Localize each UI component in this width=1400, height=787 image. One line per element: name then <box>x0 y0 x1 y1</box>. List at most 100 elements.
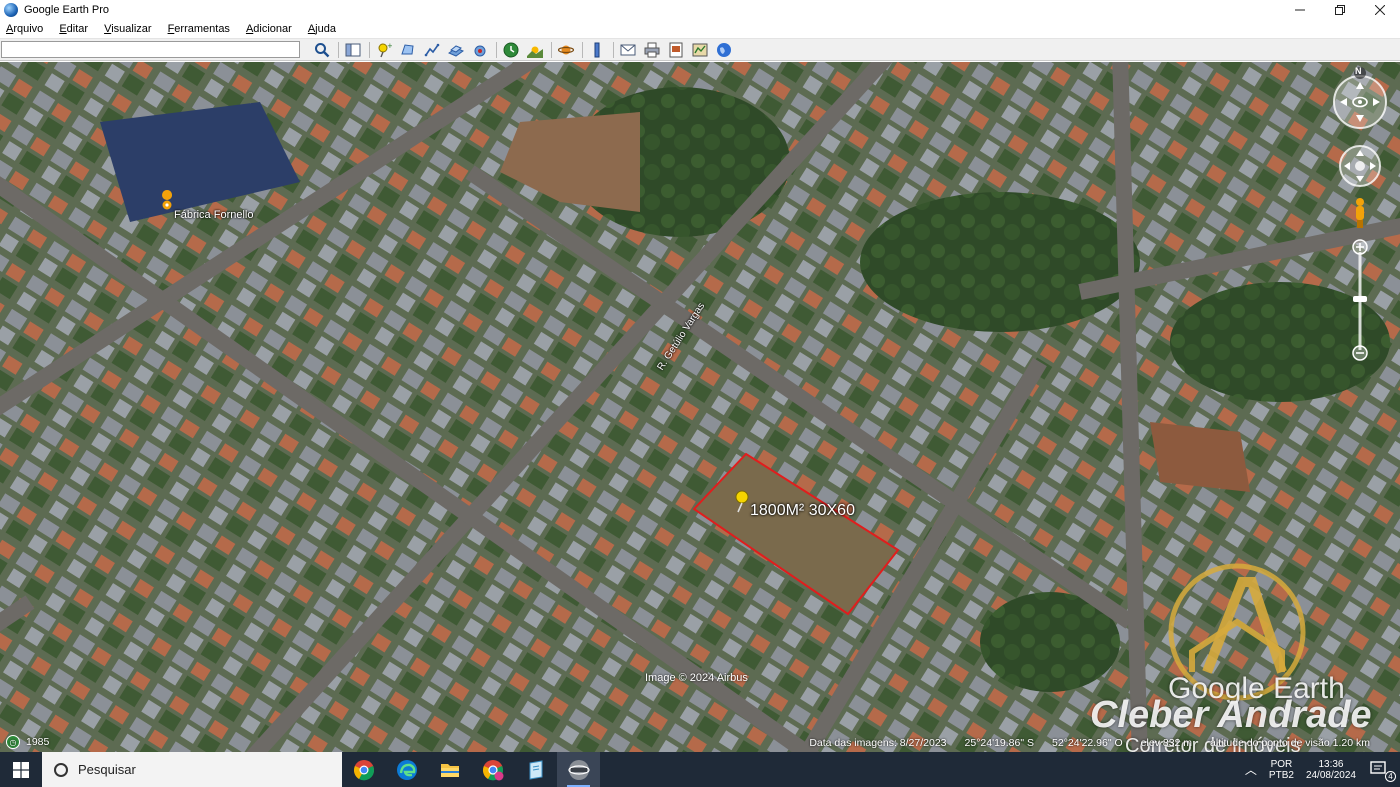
system-tray: ︿ POR PTB2 13:36 24/08/2024 4 <box>1245 752 1400 787</box>
taskbar-file-explorer[interactable] <box>428 752 471 787</box>
windows-icon <box>13 761 29 778</box>
window-title: Google Earth Pro <box>24 4 109 16</box>
placemark-icon: + <box>378 42 392 57</box>
add-placemark-button[interactable]: + <box>374 40 394 59</box>
menu-visualizar[interactable]: Visualizar <box>102 23 154 35</box>
minimize-button[interactable] <box>1280 0 1320 20</box>
look-joystick[interactable] <box>1333 75 1387 129</box>
polygon-icon <box>401 43 414 54</box>
earth-button[interactable] <box>714 40 734 59</box>
menu-arquivo[interactable]: Arquivo <box>4 23 45 35</box>
chevron-up-icon[interactable]: ︿ <box>1245 761 1257 778</box>
window-controls <box>1280 0 1400 20</box>
historical-imagery-indicator[interactable]: ◷ 1985 <box>6 735 49 749</box>
save-image-button[interactable] <box>666 40 686 59</box>
google-earth-app-icon <box>4 3 18 17</box>
email-icon <box>620 44 636 55</box>
chrome-profile-icon <box>482 759 503 780</box>
file-explorer-icon <box>440 763 459 777</box>
eye-altitude: altitude do ponto de visão 1.20 km <box>1210 737 1370 749</box>
close-icon <box>1375 5 1385 15</box>
toolbar-separator <box>582 41 583 58</box>
svg-text:+: + <box>387 42 392 50</box>
email-button[interactable] <box>618 40 638 59</box>
close-button[interactable] <box>1360 0 1400 20</box>
menu-accel: E <box>59 23 67 35</box>
notification-button[interactable]: 4 <box>1370 760 1396 782</box>
view-in-maps-button[interactable] <box>690 40 710 59</box>
taskbar-chrome[interactable] <box>342 752 385 787</box>
north-label: N <box>1355 66 1362 76</box>
menu-adicionar[interactable]: Adicionar <box>244 23 294 35</box>
input-method-indicator[interactable]: POR PTB2 <box>1269 759 1294 781</box>
notification-icon <box>1370 761 1386 774</box>
google-earth-window: Google Earth Pro Arquivo Editar Visualiz… <box>0 0 1400 787</box>
menu-label: isualizar <box>111 23 152 35</box>
historical-imagery-button[interactable] <box>501 40 521 59</box>
planets-button[interactable] <box>556 40 576 59</box>
ime-language: POR <box>1270 758 1293 770</box>
menu-label: juda <box>315 23 336 35</box>
toolbar: + <box>0 38 1400 61</box>
latitude: 25°24'19.86" S <box>964 737 1035 749</box>
menu-bar: Arquivo Editar Visualizar Ferramentas Ad… <box>0 20 1400 38</box>
street-view-pegman-icon[interactable] <box>1356 198 1364 228</box>
planets-icon <box>558 45 574 54</box>
restore-button[interactable] <box>1320 0 1360 20</box>
search-icon <box>54 762 68 777</box>
add-polygon-button[interactable] <box>398 40 418 59</box>
taskbar-search[interactable]: Pesquisar <box>42 752 342 787</box>
move-joystick[interactable] <box>1339 145 1381 187</box>
ime-layout: PTB2 <box>1268 769 1294 781</box>
title-bar: Google Earth Pro <box>0 0 1400 20</box>
sidebar-button[interactable] <box>343 40 363 59</box>
sunlight-button[interactable] <box>525 40 545 59</box>
path-icon <box>424 43 440 56</box>
toolbar-separator <box>338 41 339 58</box>
menu-label: erramentas <box>174 23 230 35</box>
search-button[interactable] <box>312 40 332 59</box>
start-button[interactable] <box>0 752 42 787</box>
notification-count: 4 <box>1385 771 1396 782</box>
print-button[interactable] <box>642 40 662 59</box>
place-label[interactable]: Fábrica Fornello <box>174 209 253 221</box>
historical-imagery-icon <box>503 42 519 57</box>
taskbar-notepad[interactable] <box>514 752 557 787</box>
record-tour-icon <box>474 45 486 56</box>
taskbar-edge[interactable] <box>385 752 428 787</box>
edge-icon <box>396 759 417 780</box>
add-image-overlay-button[interactable] <box>446 40 466 59</box>
earth-icon <box>717 42 731 57</box>
search-input[interactable] <box>1 41 300 58</box>
zoom-slider[interactable] <box>1352 239 1368 361</box>
toolbar-separator <box>551 41 552 58</box>
taskbar-search-placeholder: Pesquisar <box>78 762 136 777</box>
clock-time: 13:36 <box>1318 758 1344 770</box>
history-year: 1985 <box>26 736 50 748</box>
imagery-attribution: Image © 2024 Airbus <box>645 672 748 684</box>
taskbar-chrome-profile[interactable] <box>471 752 514 787</box>
clock[interactable]: 13:36 24/08/2024 <box>1306 759 1356 781</box>
menu-ajuda[interactable]: Ajuda <box>306 23 338 35</box>
image-date: Data das imagens: 8/27/2023 <box>809 737 947 749</box>
print-icon <box>644 42 660 57</box>
longitude: 52°24'22.96" O <box>1052 737 1123 749</box>
sunlight-icon <box>527 46 543 58</box>
elevation: elev 832 m <box>1140 737 1193 749</box>
map-view[interactable]: Fábrica Fornello R. Getúlio Vargas 1800M… <box>0 62 1400 752</box>
watermark-name: Cleber Andrade <box>1090 694 1372 736</box>
placemark-label[interactable]: 1800M² 30X60 <box>750 502 855 520</box>
toolbar-separator <box>613 41 614 58</box>
menu-label: rquivo <box>13 23 44 35</box>
menu-editar[interactable]: Editar <box>57 23 90 35</box>
ruler-button[interactable] <box>587 40 607 59</box>
record-tour-button[interactable] <box>470 40 490 59</box>
menu-label: dicionar <box>253 23 292 35</box>
menu-ferramentas[interactable]: Ferramentas <box>166 23 232 35</box>
map-status-bar: ◷ 1985 Data das imagens: 8/27/2023 25°24… <box>0 732 1400 752</box>
add-path-button[interactable] <box>422 40 442 59</box>
navigation-controls: N <box>1320 62 1400 372</box>
chrome-icon <box>353 759 374 780</box>
taskbar-google-earth[interactable] <box>557 752 600 787</box>
google-earth-icon <box>567 759 590 780</box>
